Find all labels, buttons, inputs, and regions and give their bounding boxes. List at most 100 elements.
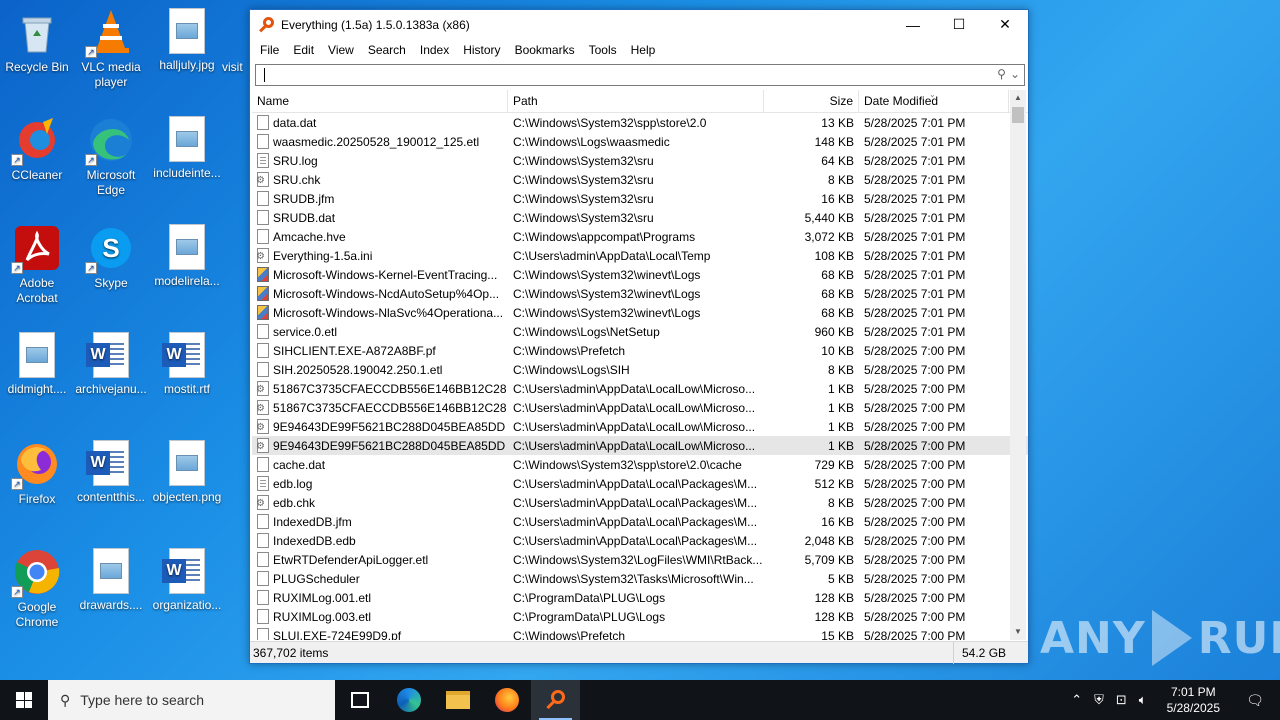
desktop-icon-archivejanu[interactable]: W archivejanu... — [74, 332, 148, 397]
table-row[interactable]: cache.dat C:\Windows\System32\spp\store\2… — [252, 455, 1028, 474]
clock[interactable]: 7:01 PM 5/28/2025 — [1167, 684, 1220, 716]
volume-icon[interactable]: 🔈︎ — [1139, 692, 1147, 708]
desktop-icon-mostit[interactable]: W mostit.rtf — [150, 332, 224, 397]
desktop-icon-google-chrome[interactable]: ↗ Google Chrome — [0, 548, 74, 630]
menu-file[interactable]: File — [253, 39, 286, 61]
table-row[interactable]: Amcache.hve C:\Windows\appcompat\Programs… — [252, 227, 1028, 246]
table-row[interactable]: PLUGScheduler C:\Windows\System32\Tasks\M… — [252, 569, 1028, 588]
menu-index[interactable]: Index — [413, 39, 456, 61]
column-path[interactable]: Path — [508, 90, 764, 112]
table-row[interactable]: IndexedDB.jfm C:\Users\admin\AppData\Loca… — [252, 512, 1028, 531]
cell-path: C:\Windows\System32\sru — [513, 153, 654, 168]
table-row[interactable]: SRUDB.dat C:\Windows\System32\sru 5,440 KB… — [252, 208, 1028, 227]
desktop-icon-vlc[interactable]: ↗ VLC media player — [74, 8, 148, 90]
text-file-icon — [257, 153, 269, 168]
task-view-button[interactable] — [335, 680, 384, 720]
menu-search[interactable]: Search — [361, 39, 413, 61]
table-row[interactable]: SIH.20250528.190042.250.1.etl C:\Windows\… — [252, 360, 1028, 379]
column-date-modified[interactable]: ⌄ Date Modified — [859, 90, 1009, 112]
scroll-thumb[interactable] — [1012, 107, 1024, 123]
desktop-icon-includeinte[interactable]: includeinte... — [150, 116, 224, 181]
desktop-icon-adobe-acrobat[interactable]: ↗ Adobe Acrobat — [0, 224, 74, 306]
table-row[interactable]: data.dat C:\Windows\System32\spp\store\2.… — [252, 113, 1028, 132]
table-row[interactable]: edb.chk C:\Users\admin\AppData\Local\Pack… — [252, 493, 1028, 512]
results-list[interactable]: Name Path Size ⌄ Date Modified data.dat C:… — [252, 90, 1028, 640]
title-bar[interactable]: Everything (1.5a) 1.5.0.1383a (x86) — ☐ … — [250, 10, 1028, 39]
desktop-icon-didmight[interactable]: didmight.... — [0, 332, 74, 397]
table-row[interactable]: 51867C3735CFAECCDB556E146BB12C28 C:\Users… — [252, 398, 1028, 417]
table-row[interactable]: Microsoft-Windows-NlaSvc%4Operationa... C… — [252, 303, 1028, 322]
menu-bar: File Edit View Search Index History Book… — [250, 39, 1028, 61]
file-icon — [257, 229, 269, 244]
search-options[interactable]: ⚲ ⌄ — [997, 67, 1020, 81]
table-row[interactable]: 9E94643DE99F5621BC288D045BEA85DD C:\Users… — [252, 417, 1028, 436]
taskbar-everything[interactable] — [531, 680, 580, 720]
taskbar-search[interactable]: ⚲ Type here to search — [48, 680, 335, 720]
network-icon[interactable]: ⊡ — [1116, 692, 1127, 708]
table-row[interactable]: Everything-1.5a.ini C:\Users\admin\AppDat… — [252, 246, 1028, 265]
menu-tools[interactable]: Tools — [582, 39, 624, 61]
table-row[interactable]: RUXIMLog.001.etl C:\ProgramData\PLUG\Logs… — [252, 588, 1028, 607]
desktop-icon-microsoft-edge[interactable]: ↗ Microsoft Edge — [74, 116, 148, 198]
cell-name: edb.log — [252, 476, 508, 491]
security-icon[interactable]: ⛨ — [1094, 692, 1104, 708]
menu-bookmarks[interactable]: Bookmarks — [508, 39, 582, 61]
desktop-icon-modelirela[interactable]: modelirela... — [150, 224, 224, 289]
start-button[interactable] — [0, 680, 48, 720]
menu-view[interactable]: View — [321, 39, 361, 61]
desktop-icon-skype[interactable]: S ↗ Skype — [74, 224, 148, 291]
table-row[interactable]: SIHCLIENT.EXE-A872A8BF.pf C:\Windows\Pref… — [252, 341, 1028, 360]
menu-edit[interactable]: Edit — [286, 39, 321, 61]
desktop-icon-contentthis[interactable]: W contentthis... — [74, 440, 148, 505]
desktop-icon-organizatio[interactable]: W organizatio... — [150, 548, 224, 613]
taskbar-firefox[interactable] — [482, 680, 531, 720]
chevron-down-icon[interactable]: ⌄ — [1010, 67, 1020, 81]
column-size[interactable]: Size — [764, 90, 859, 112]
column-name[interactable]: Name — [252, 90, 508, 112]
desktop-icon-firefox[interactable]: ↗ Firefox — [0, 440, 74, 507]
scroll-up-icon[interactable]: ▲ — [1010, 90, 1026, 106]
desktop-icon-halljuly[interactable]: halljuly.jpg — [150, 8, 224, 73]
table-row[interactable]: edb.log C:\Users\admin\AppData\Local\Pack… — [252, 474, 1028, 493]
desktop-icon-drawards[interactable]: drawards.... — [74, 548, 148, 613]
taskbar-edge[interactable] — [384, 680, 433, 720]
table-row[interactable]: SRU.chk C:\Windows\System32\sru 8 KB 5/28/2… — [252, 170, 1028, 189]
taskbar-file-explorer[interactable] — [433, 680, 482, 720]
table-row[interactable]: Microsoft-Windows-NcdAutoSetup%4Op... C:\… — [252, 284, 1028, 303]
cell-size: 16 KB — [821, 191, 854, 206]
menu-history[interactable]: History — [456, 39, 507, 61]
table-row[interactable]: 9E94643DE99F5621BC288D045BEA85DD C:\Users… — [252, 436, 1028, 455]
table-row[interactable]: waasmedic.20250528_190012_125.etl C:\Wind… — [252, 132, 1028, 151]
table-row[interactable]: EtwRTDefenderApiLogger.etl C:\Windows\Sys… — [252, 550, 1028, 569]
table-row[interactable]: SRUDB.jfm C:\Windows\System32\sru 16 KB 5/2… — [252, 189, 1028, 208]
chevron-up-icon[interactable]: ⌃ — [1071, 692, 1082, 708]
table-row[interactable]: RUXIMLog.003.etl C:\ProgramData\PLUG\Logs… — [252, 607, 1028, 626]
vlc-icon: ↗ — [85, 8, 135, 58]
notification-icon[interactable]: 🗨︎ — [1240, 692, 1270, 709]
menu-help[interactable]: Help — [624, 39, 663, 61]
desktop-icon-objecten[interactable]: objecten.png — [150, 440, 224, 505]
event-log-file-icon — [257, 305, 269, 320]
table-row[interactable]: IndexedDB.edb C:\Users\admin\AppData\Loca… — [252, 531, 1028, 550]
desktop-icon-recycle-bin[interactable]: Recycle Bin — [0, 8, 74, 75]
maximize-button[interactable]: ☐ — [936, 10, 982, 39]
table-row[interactable]: service.0.etl C:\Windows\Logs\NetSetup 960… — [252, 322, 1028, 341]
table-row[interactable]: Microsoft-Windows-Kernel-EventTracing...… — [252, 265, 1028, 284]
vertical-scrollbar[interactable]: ▲ ▼ — [1010, 90, 1026, 640]
minimize-button[interactable]: — — [890, 10, 936, 39]
close-button[interactable]: ✕ — [982, 10, 1028, 39]
table-row[interactable]: SLUI.EXE-724E99D9.pf C:\Windows\Prefetch 1… — [252, 626, 1028, 640]
taskbar-search-placeholder: Type here to search — [80, 692, 205, 708]
desktop-icon-visit[interactable]: visit — [222, 8, 252, 75]
desktop-icon-label: Microsoft Edge — [86, 168, 136, 197]
cell-name: Microsoft-Windows-NlaSvc%4Operationa... — [252, 305, 508, 320]
table-row[interactable]: SRU.log C:\Windows\System32\sru 64 KB 5/28/… — [252, 151, 1028, 170]
table-row[interactable]: 51867C3735CFAECCDB556E146BB12C28 C:\Users… — [252, 379, 1028, 398]
cell-size: 2,048 KB — [804, 533, 854, 548]
scroll-down-icon[interactable]: ▼ — [1010, 624, 1026, 640]
search-input[interactable] — [256, 65, 976, 85]
search-box[interactable]: ⚲ ⌄ — [255, 64, 1025, 86]
taskbar: ⚲ Type here to search ⌃ ⛨ ⊡ 🔈︎ 7:01 PM 5… — [0, 680, 1280, 720]
desktop-icon-ccleaner[interactable]: ↗ CCleaner — [0, 116, 74, 183]
cell-date-modified: 5/28/2025 7:00 PM — [864, 400, 966, 415]
